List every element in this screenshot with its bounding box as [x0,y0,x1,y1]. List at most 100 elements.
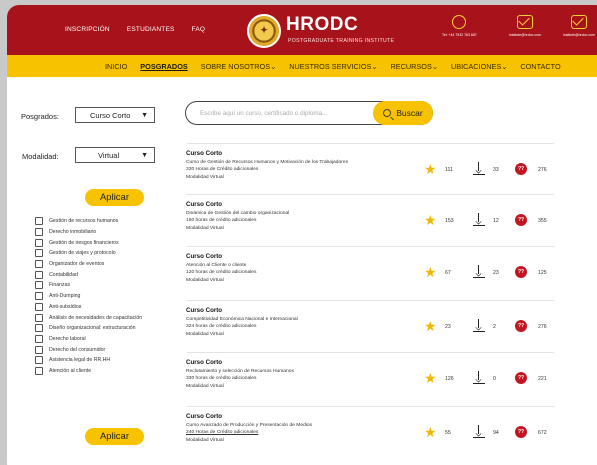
checkbox[interactable] [35,324,43,333]
top-nav-faq[interactable]: FAQ [192,26,206,33]
category-checkbox-row[interactable]: Anti-Dumping [35,291,142,302]
star-icon[interactable]: ★ [424,213,437,227]
contact-email[interactable]: institute@hrdoc.com [509,15,541,37]
category-checkbox-row[interactable]: Contabilidad [35,269,142,280]
course-type[interactable]: Curso Corto [186,413,556,420]
checkbox[interactable] [35,313,43,322]
apply-button-top[interactable]: Aplicar [85,189,144,206]
question-badge-icon[interactable]: ?? [515,426,527,438]
course-type[interactable]: Curso Corto [186,359,556,366]
course-title[interactable]: Reclutamiento y selección de Recursos Hu… [186,368,556,375]
question-badge-icon[interactable]: ?? [515,163,527,175]
course-type[interactable]: Curso Corto [186,253,556,260]
download-icon[interactable] [473,213,485,227]
question-badge-icon[interactable]: ?? [515,214,527,226]
question-badge-icon[interactable]: ?? [515,372,527,384]
top-nav-inscripcion[interactable]: INSCRIPCIÓN [65,26,110,33]
course-title[interactable]: Curso Avanzado de Producción y Presentac… [186,422,556,429]
search-bar[interactable]: Escribe aquí un curso, certificado o dip… [185,101,433,125]
nav-nuestros-servicios[interactable]: NUESTROS SERVICIOS⌄ [289,62,377,71]
course-result[interactable]: Curso Corto Reclutamiento y selección de … [186,359,556,411]
checkbox[interactable] [35,238,43,247]
category-checkbox-row[interactable]: Derecho inmobiliario [35,227,142,238]
course-type[interactable]: Curso Corto [186,201,556,208]
category-checkbox-row[interactable]: Derecho del consumidor [35,344,142,355]
course-mode: Modalidad Virtual [186,383,224,389]
course-credits: 330 horas de crédito adicionales [186,376,257,382]
nav-sobre-nosotros[interactable]: SOBRE NOSOTROS⌄ [201,62,276,71]
question-badge-icon[interactable]: ?? [515,320,527,332]
nav-contacto[interactable]: CONTACTO [520,62,560,71]
download-count: 33 [493,167,499,173]
nav-recursos[interactable]: RECURSOS⌄ [390,62,437,71]
course-type[interactable]: Curso Corto [186,150,556,157]
course-credits: 150 horas de crédito adicionales [186,218,257,224]
checkbox[interactable] [35,292,43,301]
question-count: 672 [538,430,547,436]
checkbox[interactable] [35,356,43,365]
logo-emblem-icon[interactable]: ✦ [247,14,281,48]
modalidad-select[interactable]: Virtual ▼ [75,147,155,163]
checkbox[interactable] [35,334,43,343]
category-label: Gestión de viajes y protocolo [49,250,116,257]
category-checkbox-row[interactable]: Análisis de necesidades de capacitación [35,312,142,323]
search-button[interactable]: Buscar [373,101,433,125]
star-icon[interactable]: ★ [424,265,437,279]
course-title[interactable]: Curso de Gestión de Recursos Humanos y M… [186,159,556,166]
checkbox[interactable] [35,345,43,354]
nav-posgrados[interactable]: POSGRADOS [140,62,187,71]
course-result[interactable]: Curso Corto Curso Avanzado de Producción … [186,413,556,465]
download-icon[interactable] [473,265,485,279]
category-label: Análisis de necesidades de capacitación [49,314,143,321]
checkbox[interactable] [35,228,43,237]
checkbox[interactable] [35,217,43,226]
star-icon[interactable]: ★ [424,425,437,439]
category-checkbox-row[interactable]: Organizador de eventos [35,259,142,270]
category-checkbox-row[interactable]: Anti-subsidios [35,302,142,313]
search-input[interactable]: Escribe aquí un curso, certificado o dip… [200,110,327,117]
category-checkbox-row[interactable]: Derecho laboral [35,334,142,345]
star-icon[interactable]: ★ [424,371,437,385]
category-checkbox-row[interactable]: Finanzas [35,280,142,291]
checkbox[interactable] [35,366,43,375]
whatsapp-icon [452,15,467,29]
apply-button-bottom[interactable]: Aplicar [85,428,144,445]
nav-ubicaciones[interactable]: UBICACIONES⌄ [451,62,507,71]
mail-icon [570,15,587,29]
category-checkbox-row[interactable]: Diseño organizacional: estructuración [35,323,142,334]
star-icon[interactable]: ★ [424,162,437,176]
nav-inicio[interactable]: INICIO [105,62,127,71]
download-icon[interactable] [473,319,485,333]
category-checkbox-row[interactable]: Asistencia legal de RR.HH [35,355,142,366]
category-checkbox-row[interactable]: Atención al cliente [35,366,142,377]
question-count: 276 [538,167,547,173]
posgrados-select[interactable]: Curso Corto ▼ [75,107,155,123]
contact-phone[interactable]: Tel: +44 7932 763 687 [442,15,477,37]
top-nav-estudiantes[interactable]: ESTUDIANTES [127,26,175,33]
category-label: Asistencia legal de RR.HH [49,357,111,364]
download-icon[interactable] [473,371,485,385]
category-checkbox-row[interactable]: Gestión de riesgos financieros [35,237,142,248]
course-title[interactable]: Dinámica de Gestión del cambio organizac… [186,210,556,217]
course-type[interactable]: Curso Corto [186,307,556,314]
question-badge-icon[interactable]: ?? [515,266,527,278]
checkbox[interactable] [35,281,43,290]
checkbox[interactable] [35,302,43,311]
checkbox[interactable] [35,260,43,269]
checkbox[interactable] [35,270,43,279]
result-divider [187,143,554,144]
download-count: 0 [493,376,496,382]
category-checkbox-row[interactable]: Gestión de recursos humanos [35,216,142,227]
course-title[interactable]: Atención al Cliente o cliente [186,262,556,269]
star-icon[interactable]: ★ [424,319,437,333]
question-count: 355 [538,218,547,224]
checkbox[interactable] [35,249,43,258]
course-result[interactable]: Curso Corto Atención al Cliente o cliente… [186,253,556,305]
download-icon[interactable] [473,162,485,176]
category-checkbox-row[interactable]: Gestión de viajes y protocolo [35,248,142,259]
brand-name[interactable]: HRODC [286,14,358,36]
contact-email-2[interactable]: institute@hrdoc.com [563,15,595,37]
course-title[interactable]: Competitividad Económica Nacional e Inte… [186,316,556,323]
category-label: Derecho laboral [49,335,86,342]
download-icon[interactable] [473,425,485,439]
